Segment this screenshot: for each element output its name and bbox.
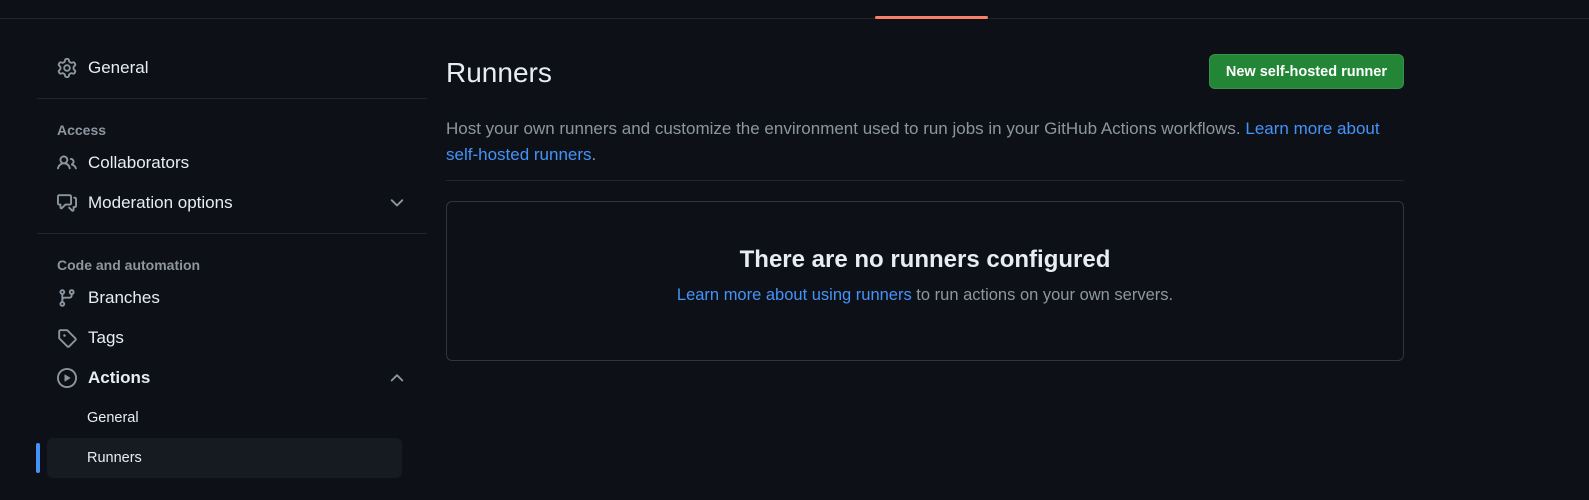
play-icon bbox=[57, 368, 77, 388]
chevron-down-icon[interactable] bbox=[387, 193, 407, 213]
sidebar-item-moderation-options[interactable]: Moderation options bbox=[37, 183, 427, 223]
comment-discussion-icon bbox=[57, 193, 77, 213]
sidebar-subitem-label: Runners bbox=[87, 450, 142, 466]
tag-icon bbox=[57, 328, 77, 348]
empty-state: There are no runners configured Learn mo… bbox=[446, 201, 1404, 361]
sidebar-item-label: Collaborators bbox=[88, 153, 190, 172]
sidebar-divider bbox=[37, 98, 427, 99]
active-item-indicator bbox=[36, 443, 40, 473]
sidebar-subitem-actions-runners[interactable]: Runners bbox=[47, 438, 402, 478]
page-description: Host your own runners and customize the … bbox=[446, 116, 1404, 181]
selected-tab-underline bbox=[875, 16, 988, 19]
header-divider bbox=[0, 18, 1589, 19]
main-content: Runners New self-hosted runner Host your… bbox=[446, 52, 1404, 361]
description-text: Host your own runners and customize the … bbox=[446, 119, 1246, 138]
people-icon bbox=[57, 153, 77, 173]
sidebar-item-tags[interactable]: Tags bbox=[37, 318, 427, 358]
sidebar-divider bbox=[37, 233, 427, 234]
git-branch-icon bbox=[57, 288, 77, 308]
sidebar-item-label: Tags bbox=[88, 328, 124, 347]
sidebar-subitem-label: General bbox=[87, 410, 139, 426]
sidebar-subitem-actions-general[interactable]: General bbox=[47, 398, 402, 438]
section-title-access: Access bbox=[57, 122, 107, 138]
sidebar-item-label: General bbox=[88, 58, 149, 77]
settings-sidebar: General Access Collaborators Moderation … bbox=[36, 48, 427, 478]
empty-state-text: Learn more about using runners to run ac… bbox=[447, 286, 1403, 305]
sidebar-item-label: Branches bbox=[88, 288, 160, 307]
sidebar-item-branches[interactable]: Branches bbox=[37, 278, 427, 318]
gear-icon bbox=[57, 58, 77, 78]
sidebar-item-label: Moderation options bbox=[88, 193, 233, 212]
empty-state-suffix: to run actions on your own servers. bbox=[911, 286, 1174, 304]
sidebar-item-label: Actions bbox=[88, 368, 151, 387]
sidebar-item-actions[interactable]: Actions bbox=[37, 358, 427, 398]
sidebar-item-general[interactable]: General bbox=[37, 48, 427, 88]
section-title-code-and-automation: Code and automation bbox=[57, 257, 201, 273]
learn-more-runners-link[interactable]: Learn more about using runners bbox=[677, 286, 912, 304]
empty-state-title: There are no runners configured bbox=[739, 246, 1111, 273]
new-self-hosted-runner-button[interactable]: New self-hosted runner bbox=[1208, 54, 1404, 89]
description-period: . bbox=[591, 145, 597, 164]
sidebar-item-collaborators[interactable]: Collaborators bbox=[37, 143, 427, 183]
chevron-up-icon[interactable] bbox=[387, 368, 407, 388]
